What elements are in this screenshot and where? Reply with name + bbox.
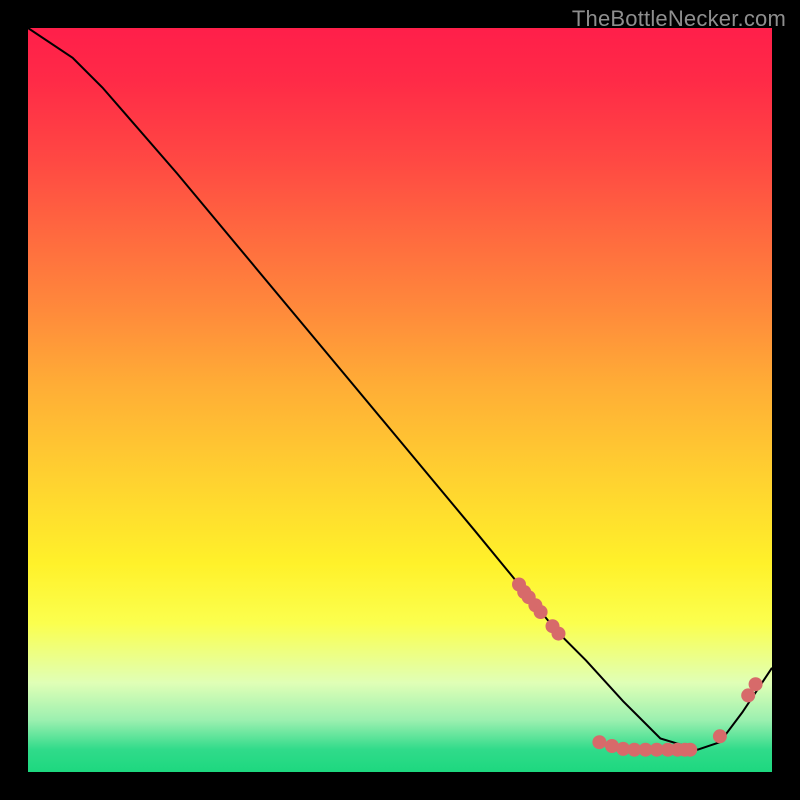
data-marker [713, 729, 727, 743]
data-marker [512, 578, 526, 592]
data-marker [552, 627, 566, 641]
data-marker [534, 605, 548, 619]
plot-area [28, 28, 772, 772]
data-marker [639, 743, 653, 757]
data-marker [528, 598, 542, 612]
data-marker [741, 688, 755, 702]
data-marker [683, 743, 697, 757]
data-marker [671, 743, 685, 757]
data-marker [616, 742, 630, 756]
data-marker [627, 743, 641, 757]
data-marker [650, 743, 664, 757]
data-marker [546, 619, 560, 633]
bottleneck-curve [28, 28, 772, 750]
data-marker [592, 735, 606, 749]
data-marker [605, 739, 619, 753]
chart-stage: TheBottleNecker.com [0, 0, 800, 800]
data-marker [522, 590, 536, 604]
data-marker [678, 743, 692, 757]
data-marker [749, 677, 763, 691]
data-markers-svg [28, 28, 772, 772]
bottleneck-curve-svg [28, 28, 772, 772]
data-marker [661, 743, 675, 757]
data-marker [517, 585, 531, 599]
